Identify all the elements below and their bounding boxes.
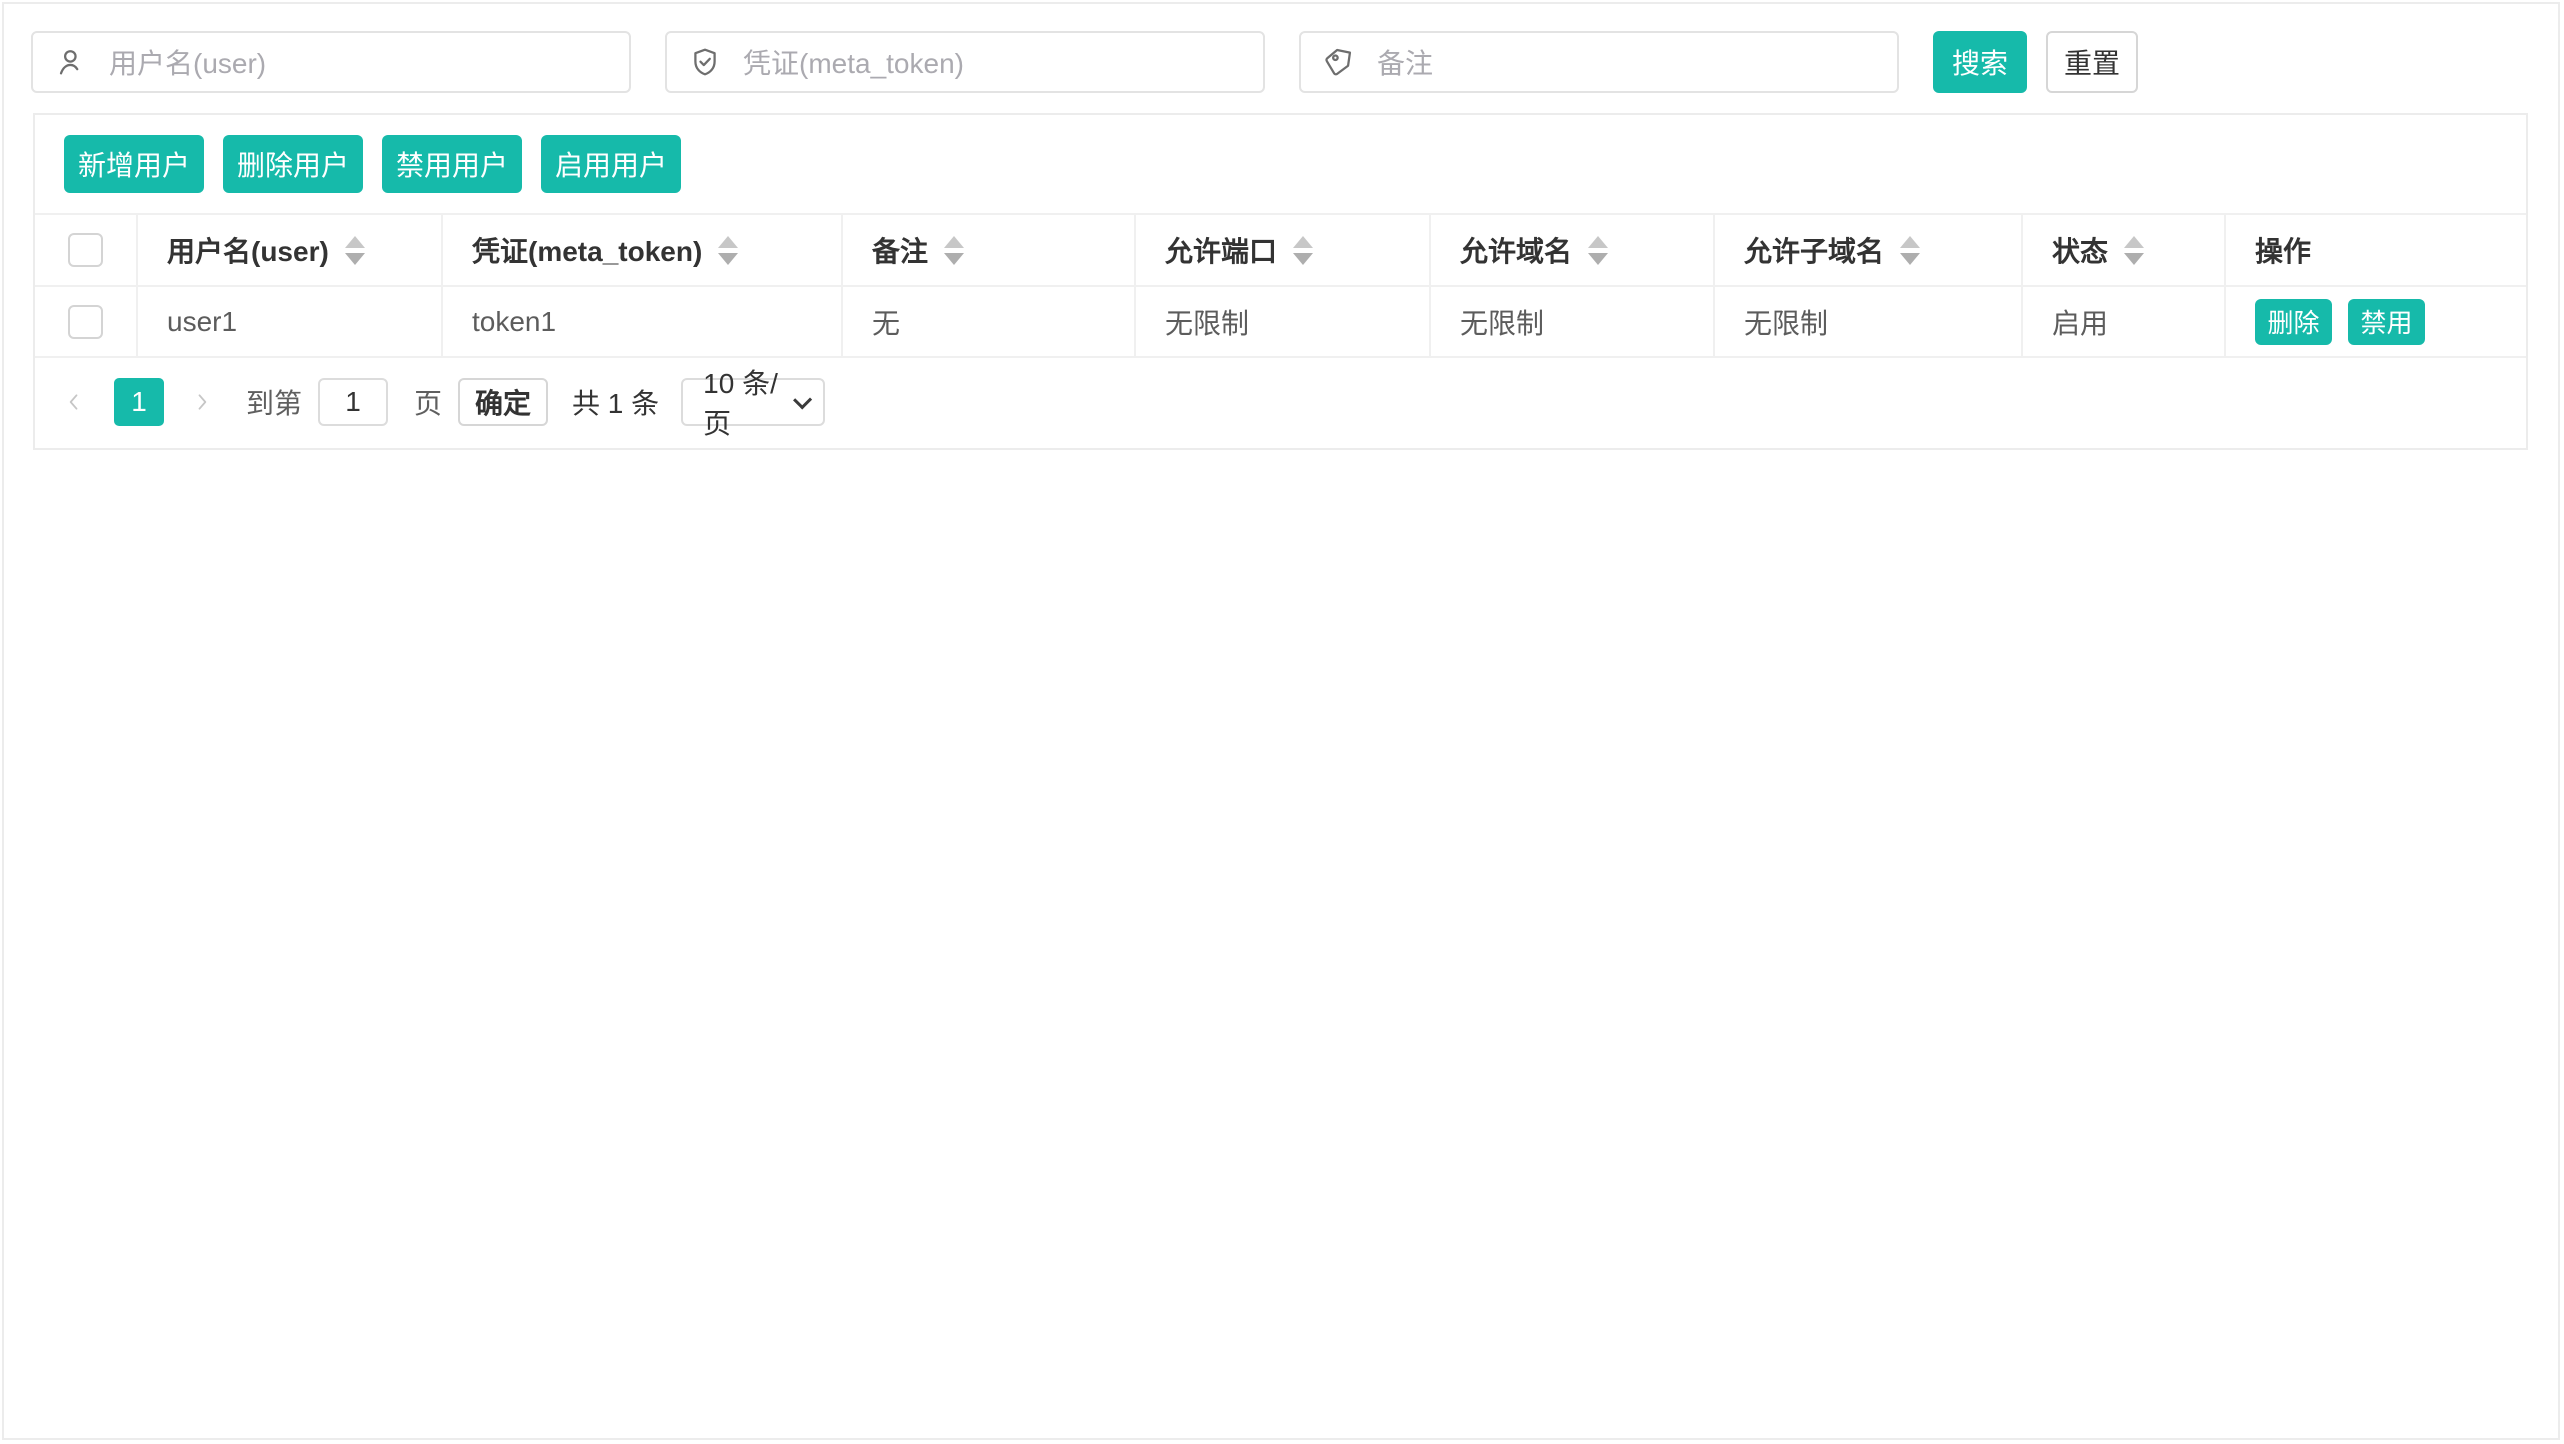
chevron-right-icon[interactable] [192, 378, 212, 426]
select-all-checkbox[interactable] [68, 233, 103, 267]
cell-token: token1 [442, 286, 842, 357]
add-user-button[interactable]: 新增用户 [64, 135, 204, 193]
sort-caret-icon[interactable] [1900, 236, 1920, 265]
cell-allowed-domains: 无限制 [1430, 286, 1714, 357]
sort-caret-icon[interactable] [345, 236, 365, 265]
enable-user-button[interactable]: 启用用户 [541, 135, 681, 193]
token-placeholder: 凭证(meta_token) [743, 42, 964, 82]
column-header-user: 用户名(user) [167, 230, 329, 270]
pagination: 1 到第 页 确定 共 1 条 10 条/页 [64, 378, 2526, 426]
column-header-allowed-ports: 允许端口 [1165, 230, 1277, 270]
user-table-panel: 新增用户 删除用户 禁用用户 启用用户 用户名(user) 凭证(meta_to… [33, 113, 2528, 450]
sort-caret-icon[interactable] [718, 236, 738, 265]
page-size-select[interactable]: 10 条/页 [681, 378, 825, 426]
page-size-value: 10 条/页 [703, 362, 794, 442]
column-header-allowed-subdomains: 允许子域名 [1744, 230, 1884, 270]
goto-page-label: 到第 [246, 382, 302, 422]
total-count-label: 共 1 条 [572, 382, 659, 422]
column-header-status: 状态 [2052, 230, 2108, 270]
table-row: user1 token1 无 无限制 无限制 无限制 启用 删除 禁用 [35, 286, 2526, 357]
cell-allowed-ports: 无限制 [1135, 286, 1430, 357]
page-unit-label: 页 [414, 382, 442, 422]
page-number-button[interactable]: 1 [114, 378, 164, 426]
username-placeholder: 用户名(user) [109, 42, 266, 82]
user-icon [55, 46, 87, 78]
sort-caret-icon[interactable] [1588, 236, 1608, 265]
row-actions: 删除 禁用 [2255, 299, 2516, 345]
row-disable-button[interactable]: 禁用 [2348, 299, 2425, 345]
chevron-down-icon [793, 390, 812, 409]
confirm-page-button[interactable]: 确定 [458, 378, 548, 426]
token-search-input[interactable]: 凭证(meta_token) [665, 31, 1265, 93]
cell-remark: 无 [842, 286, 1135, 357]
column-header-actions: 操作 [2255, 230, 2311, 270]
search-bar: 用户名(user) 凭证(meta_token) 备注 搜索 重置 [31, 31, 2138, 93]
user-table: 用户名(user) 凭证(meta_token) 备注 允许端口 允许域名 允许… [35, 213, 2526, 358]
column-header-remark: 备注 [872, 230, 928, 270]
sort-caret-icon[interactable] [944, 236, 964, 265]
toolbar: 新增用户 删除用户 禁用用户 启用用户 [64, 135, 2526, 193]
table-header-row: 用户名(user) 凭证(meta_token) 备注 允许端口 允许域名 允许… [35, 214, 2526, 286]
shield-check-icon [689, 46, 721, 78]
sort-caret-icon[interactable] [2124, 236, 2144, 265]
delete-user-button[interactable]: 删除用户 [223, 135, 363, 193]
cell-status: 启用 [2022, 286, 2225, 357]
sort-caret-icon[interactable] [1293, 236, 1313, 265]
search-button[interactable]: 搜索 [1933, 31, 2027, 93]
remark-search-input[interactable]: 备注 [1299, 31, 1899, 93]
row-checkbox[interactable] [68, 305, 103, 339]
row-delete-button[interactable]: 删除 [2255, 299, 2332, 345]
tag-icon [1323, 46, 1355, 78]
cell-allowed-subdomains: 无限制 [1714, 286, 2022, 357]
column-header-token: 凭证(meta_token) [472, 230, 702, 270]
disable-user-button[interactable]: 禁用用户 [382, 135, 522, 193]
remark-placeholder: 备注 [1377, 42, 1433, 82]
reset-button[interactable]: 重置 [2046, 31, 2138, 93]
page-input[interactable] [318, 378, 388, 426]
column-header-allowed-domains: 允许域名 [1460, 230, 1572, 270]
username-search-input[interactable]: 用户名(user) [31, 31, 631, 93]
chevron-left-icon[interactable] [64, 378, 84, 426]
cell-user: user1 [137, 286, 442, 357]
